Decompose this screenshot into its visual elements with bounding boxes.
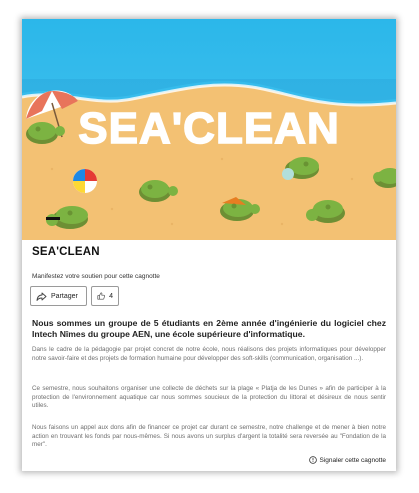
- share-label: Partager: [51, 292, 78, 300]
- beach-ball-icon: [73, 169, 97, 193]
- share-button[interactable]: Partager: [30, 286, 87, 306]
- thumbs-up-icon: [97, 292, 105, 300]
- description-paragraph: Ce semestre, nous souhaitons organiser u…: [32, 385, 386, 410]
- description-paragraph: Dans le cadre de la pédagogie par projet…: [32, 346, 386, 362]
- campaign-title: SEA'CLEAN: [32, 246, 100, 258]
- hero-title: SEA'CLEAN: [78, 104, 339, 153]
- campaign-details: SEA'CLEAN Manifestez votre soutien pour …: [22, 240, 396, 471]
- campaign-headline: Nous sommes un groupe de 5 étudiants en …: [32, 318, 386, 339]
- share-icon: [36, 292, 47, 301]
- report-link[interactable]: Signaler cette cagnotte: [308, 456, 387, 464]
- support-prompt: Manifestez votre soutien pour cette cagn…: [32, 273, 160, 280]
- campaign-card: SEA'CLEAN SEA'CLEAN Manifestez votre sou…: [22, 19, 396, 471]
- description-paragraph: Nous faisons un appel aux dons afin de f…: [32, 424, 386, 449]
- hero-banner: SEA'CLEAN: [22, 19, 396, 240]
- like-button[interactable]: 4: [91, 286, 119, 306]
- like-count: 4: [109, 292, 113, 300]
- info-circle-icon: [308, 456, 317, 464]
- report-label: Signaler cette cagnotte: [319, 456, 387, 464]
